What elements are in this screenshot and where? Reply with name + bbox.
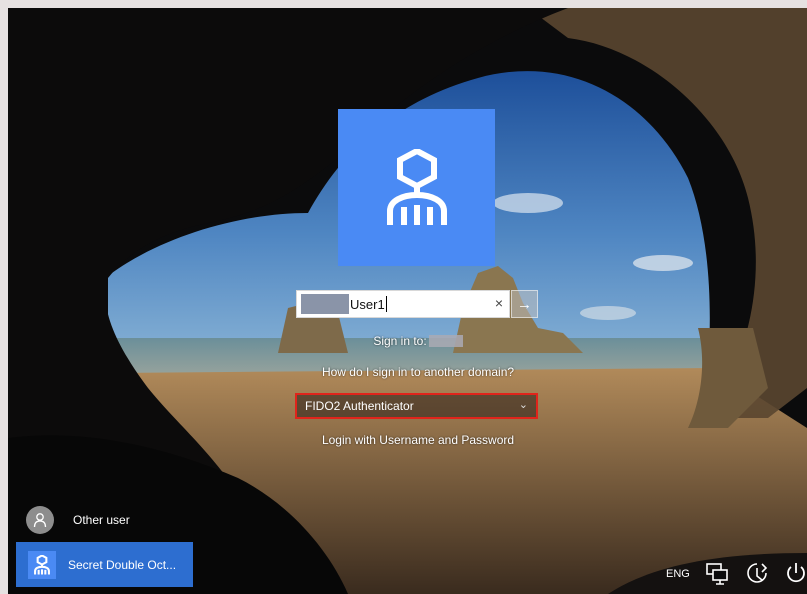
sign-in-to-text: Sign in to: [208, 334, 628, 348]
sign-in-to-label: Sign in to: [373, 334, 427, 348]
avatar [28, 550, 56, 579]
person-icon [33, 513, 47, 528]
login-username-password-link[interactable]: Login with Username and Password [208, 433, 628, 447]
ease-of-access-icon[interactable] [744, 560, 770, 586]
authenticator-selected: FIDO2 Authenticator [305, 399, 414, 413]
language-indicator[interactable]: ENG [666, 568, 690, 580]
network-icon[interactable] [704, 560, 730, 586]
username-value: User1 [350, 296, 385, 312]
user-tile [338, 109, 495, 266]
lock-screen: User1 × → Sign in to: How do I sign in t… [8, 8, 807, 594]
authenticator-dropdown[interactable]: FIDO2 Authenticator ⌄ [295, 393, 538, 419]
power-icon[interactable] [783, 560, 807, 586]
current-user-label: Secret Double Oct... [68, 557, 177, 572]
chevron-down-icon: ⌄ [518, 399, 528, 411]
avatar [26, 506, 54, 534]
clear-icon[interactable]: × [495, 295, 503, 311]
username-input[interactable]: User1 × [296, 290, 510, 318]
octopus-logo-icon [386, 148, 447, 225]
redacted-block [301, 294, 349, 314]
submit-arrow-button[interactable]: → [511, 290, 538, 318]
octopus-logo-icon [34, 554, 50, 574]
current-user-item[interactable]: Secret Double Oct... [16, 542, 193, 587]
redacted-domain [428, 335, 463, 347]
arrow-right-icon: → [517, 295, 532, 313]
other-user-item[interactable]: Other user [26, 504, 196, 536]
other-domain-link[interactable]: How do I sign in to another domain? [208, 365, 628, 379]
text-caret [385, 296, 387, 312]
other-user-label: Other user [73, 513, 130, 527]
